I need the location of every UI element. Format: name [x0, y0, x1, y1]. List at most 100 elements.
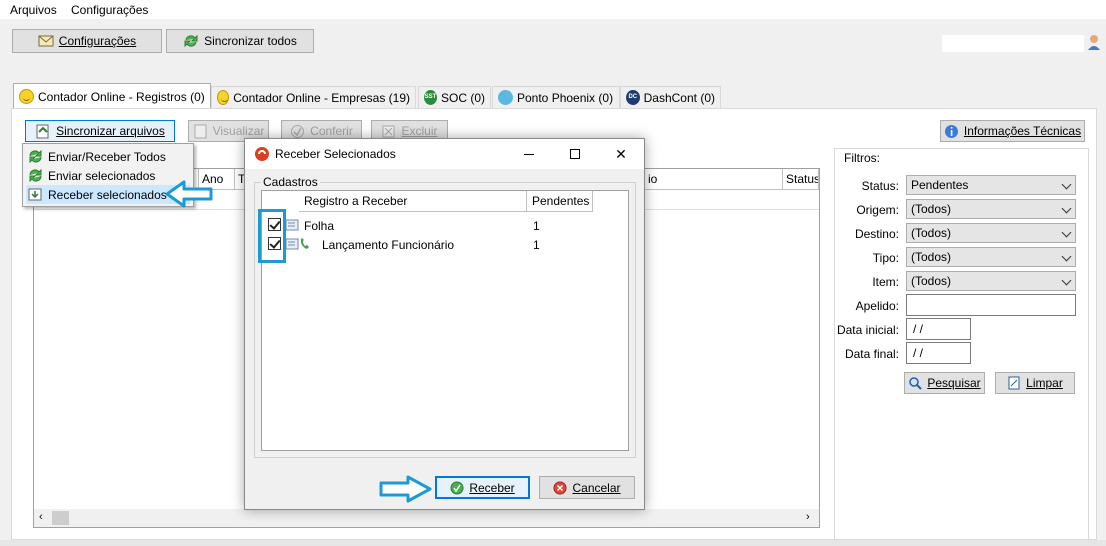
- status-strip: [0, 540, 1106, 546]
- tipo-value: (Todos): [911, 250, 952, 264]
- tab-contador-registros[interactable]: Contador Online - Registros (0): [13, 83, 211, 109]
- data-inicial-input[interactable]: / /: [906, 318, 971, 340]
- menu-arquivos[interactable]: Arquivos: [10, 3, 57, 17]
- receive-icon: [28, 188, 42, 201]
- col-registro-header[interactable]: Registro a Receber: [299, 191, 527, 212]
- dashcont-icon: DC: [626, 90, 640, 105]
- scroll-left-arrow-icon[interactable]: ‹: [39, 511, 43, 523]
- receber-button[interactable]: Receber: [435, 476, 530, 499]
- folha-name: Folha: [304, 219, 335, 233]
- menu-configuracoes[interactable]: Configurações: [71, 3, 148, 17]
- status-value: Pendentes: [911, 178, 969, 192]
- maximize-icon[interactable]: [552, 139, 598, 169]
- cancelar-label: Cancelar: [572, 480, 621, 495]
- apelido-label: Apelido:: [855, 299, 899, 313]
- data-inicial-label: Data inicial:: [836, 323, 899, 337]
- conferir-label: Conferir: [310, 124, 353, 138]
- menu-item-label: Enviar/Receber Todos: [48, 149, 166, 164]
- annotation-arrow-icon: [379, 475, 432, 503]
- view-icon: [194, 124, 207, 138]
- card-icon: [285, 238, 299, 250]
- search-icon: [909, 377, 923, 390]
- chevron-down-icon: [1061, 251, 1072, 262]
- tab-soc[interactable]: SST SOC (0): [418, 86, 491, 108]
- pesquisar-label: Pesquisar: [927, 376, 981, 390]
- limpar-label: Limpar: [1026, 376, 1063, 390]
- data-final-input[interactable]: / /: [906, 342, 971, 364]
- cancelar-button[interactable]: Cancelar: [539, 476, 635, 499]
- origem-label: Origem:: [856, 203, 899, 217]
- filters-title: Filtros:: [844, 151, 880, 165]
- delete-icon: [382, 125, 395, 137]
- scroll-right-arrow-icon[interactable]: ›: [806, 511, 810, 523]
- item-select[interactable]: (Todos): [906, 271, 1076, 291]
- origem-value: (Todos): [911, 202, 952, 216]
- chevron-down-icon: [1061, 203, 1072, 214]
- sincronizar-arquivos-button[interactable]: Sincronizar arquivos: [25, 120, 175, 142]
- col-pendentes-header[interactable]: Pendentes: [527, 191, 593, 212]
- user-name-box: [942, 35, 1084, 52]
- limpar-button[interactable]: Limpar: [995, 372, 1075, 394]
- sync-icon: [29, 150, 42, 163]
- informacoes-tecnicas-button[interactable]: Informações Técnicas: [940, 120, 1085, 142]
- envelope-icon: [38, 35, 54, 47]
- clear-icon: [1008, 376, 1020, 390]
- chevron-down-icon: [1061, 179, 1072, 190]
- destino-select[interactable]: (Todos): [906, 223, 1076, 243]
- visualizar-label: Visualizar: [212, 124, 265, 138]
- list-row-lancamento[interactable]: Lançamento Funcionário 1: [262, 235, 628, 254]
- tab-label: DashCont (0): [643, 90, 715, 105]
- apelido-input[interactable]: [906, 294, 1076, 316]
- menu-item-label: Enviar selecionados: [48, 168, 156, 183]
- sync-files-icon: [36, 124, 49, 138]
- app-icon: [255, 147, 269, 161]
- scrollbar-thumb[interactable]: [52, 511, 69, 525]
- receber-label: Receber: [469, 480, 515, 495]
- phone-icon: [300, 238, 309, 249]
- tab-ponto-phoenix[interactable]: Ponto Phoenix (0): [492, 86, 620, 108]
- cadastros-label: Cadastros: [261, 175, 320, 189]
- tab-label: Contador Online - Empresas (19): [233, 90, 410, 105]
- dialog-title: Receber Selecionados: [275, 147, 396, 161]
- tipo-select[interactable]: (Todos): [906, 247, 1076, 267]
- sincronizar-todos-label: Sincronizar todos: [204, 34, 297, 48]
- configuracoes-button[interactable]: Configurações: [12, 29, 162, 53]
- destino-value: (Todos): [911, 226, 952, 240]
- pesquisar-button[interactable]: Pesquisar: [904, 372, 985, 394]
- close-icon[interactable]: ✕: [598, 139, 644, 169]
- grid-header-io[interactable]: io: [645, 169, 783, 190]
- folha-pending: 1: [533, 219, 540, 233]
- user-icon[interactable]: [1087, 34, 1101, 50]
- smile-icon: [19, 89, 34, 104]
- minimize-icon[interactable]: [506, 139, 552, 169]
- lancamento-name: Lançamento Funcionário: [322, 238, 455, 252]
- chevron-down-icon: [1061, 275, 1072, 286]
- sync-icon: [184, 34, 198, 48]
- tab-label: Ponto Phoenix (0): [517, 90, 614, 105]
- dialog-title-bar: Receber Selecionados ✕: [245, 139, 644, 169]
- horizontal-scrollbar[interactable]: ‹ ›: [34, 509, 819, 527]
- excluir-label: Excluir: [401, 124, 438, 138]
- sincronizar-todos-button[interactable]: Sincronizar todos: [166, 29, 314, 53]
- card-icon: [285, 219, 299, 231]
- item-value: (Todos): [911, 274, 952, 288]
- status-label: Status:: [861, 179, 899, 193]
- menu-item-enviar-receber-todos[interactable]: Enviar/Receber Todos: [26, 147, 190, 166]
- grid-header-status[interactable]: Status: [783, 169, 819, 190]
- sincronizar-arquivos-label: Sincronizar arquivos: [56, 124, 165, 138]
- check-circle-icon: [450, 481, 464, 494]
- tab-dashcont[interactable]: DC DashCont (0): [620, 86, 721, 108]
- status-select[interactable]: Pendentes: [906, 175, 1076, 195]
- origem-select[interactable]: (Todos): [906, 199, 1076, 219]
- smile-icon: [217, 90, 230, 105]
- annotation-highlight-frame: [258, 209, 286, 263]
- tab-label: SOC (0): [440, 90, 485, 105]
- tab-label: Contador Online - Registros (0): [38, 89, 205, 104]
- tab-contador-empresas[interactable]: Contador Online - Empresas (19): [211, 86, 416, 108]
- cadastros-list[interactable]: Registro a Receber Pendentes Folha 1 Lan…: [261, 190, 629, 451]
- check-circle-icon: [291, 124, 305, 138]
- list-row-folha[interactable]: Folha 1: [262, 216, 628, 235]
- menu-item-label: Receber selecionados: [48, 187, 167, 202]
- info-icon: [944, 124, 958, 138]
- chevron-down-icon: [1061, 227, 1072, 238]
